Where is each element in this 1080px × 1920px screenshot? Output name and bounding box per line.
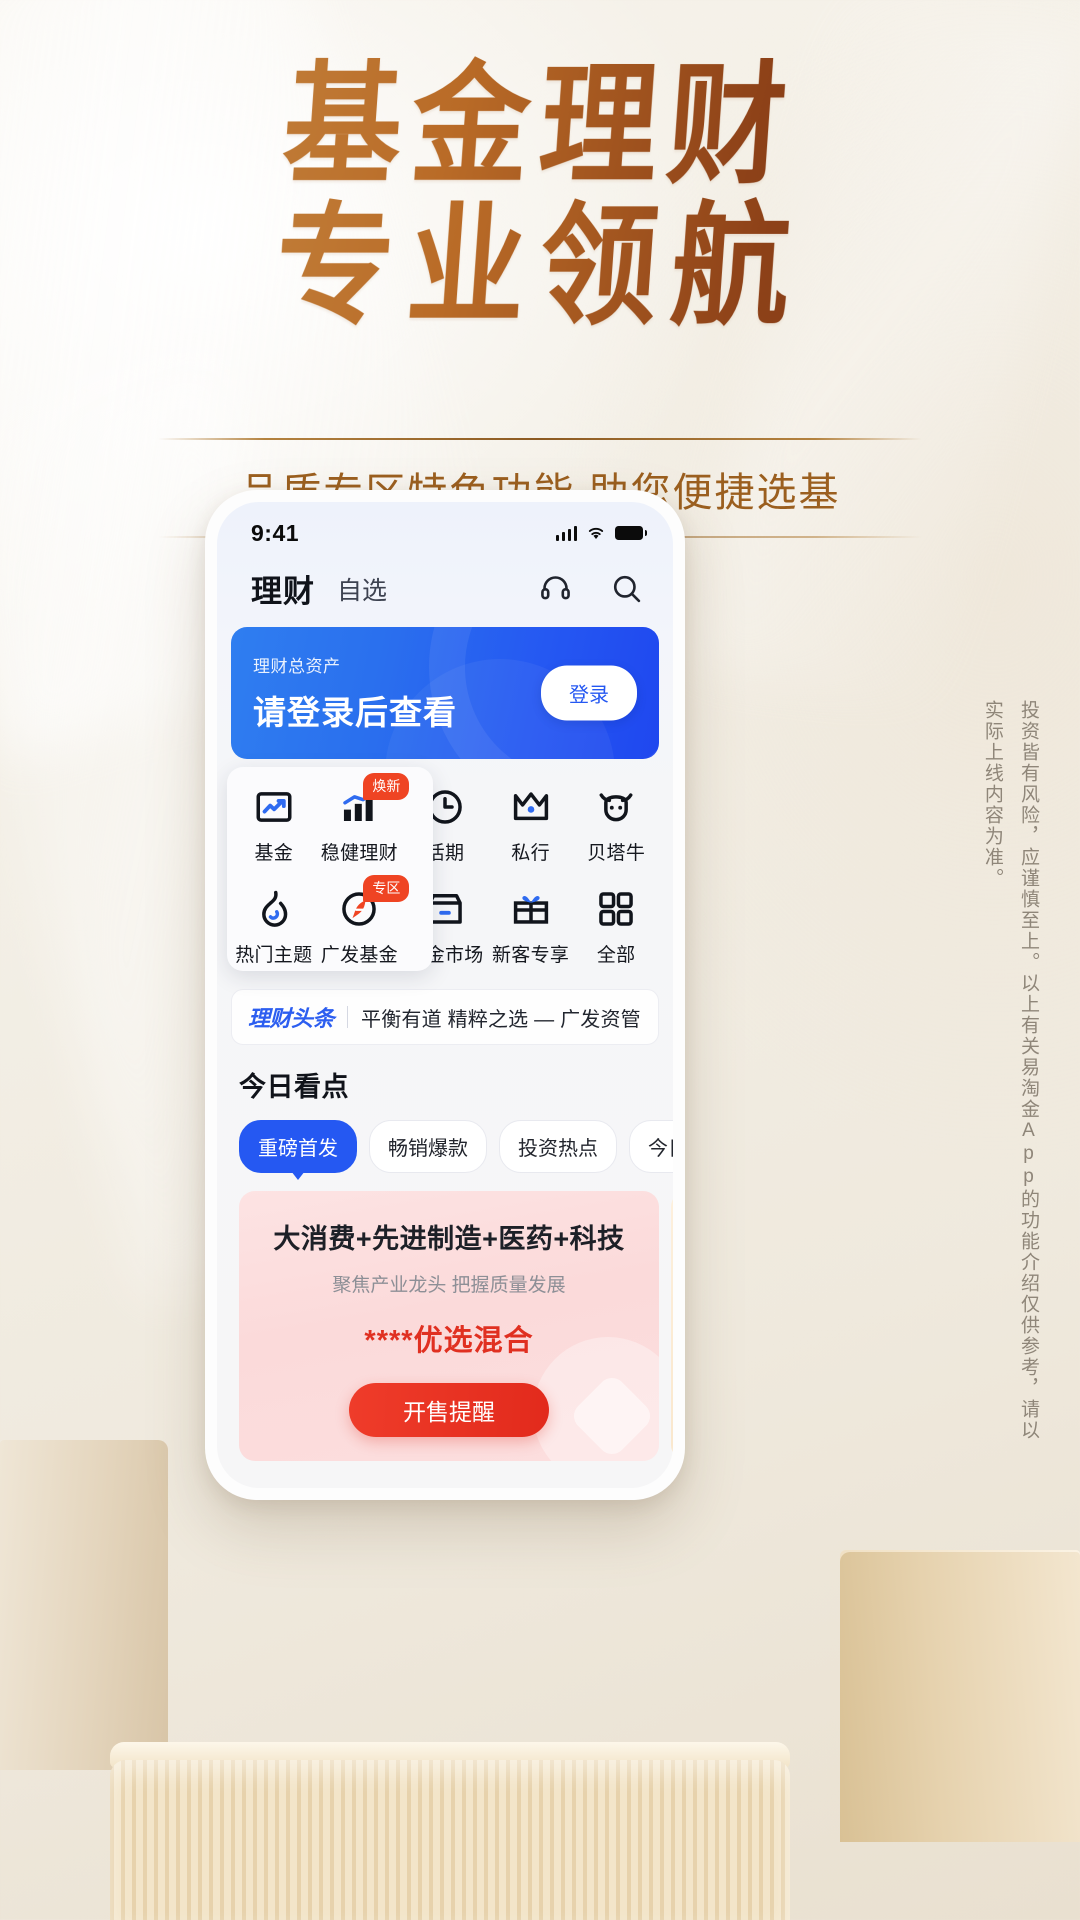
grid-label: 贝塔牛 bbox=[587, 843, 646, 864]
grid-item-market[interactable]: 淘金市场 bbox=[402, 877, 488, 975]
news-headline: 平衡有道 精粹之选 — 广发资管 bbox=[361, 1008, 641, 1031]
grid-label: 全部 bbox=[596, 945, 636, 966]
grid-item-beta-bull[interactable]: 贝塔牛 bbox=[573, 775, 659, 873]
hot-topics-title: 热门主题 bbox=[239, 1481, 349, 1488]
grid-item-private-bank[interactable]: 私行 bbox=[488, 775, 574, 873]
grid-item-current[interactable]: 活期 bbox=[402, 775, 488, 873]
chip-0[interactable]: 重磅首发 bbox=[239, 1120, 357, 1180]
battery-icon bbox=[615, 526, 647, 540]
pedestal-right bbox=[840, 1552, 1080, 1842]
quick-entry-grid: 基金 焕新 稳健理财 活期 私行 贝塔牛 热门主题 专区 广发基金 淘金市场 新… bbox=[225, 765, 665, 987]
grid-item-all[interactable]: 全部 bbox=[573, 877, 659, 975]
grid-label: 新客专享 bbox=[491, 945, 570, 966]
quick-entry-zone: 基金 焕新 稳健理财 活期 私行 贝塔牛 热门主题 专区 广发基金 淘金市场 新… bbox=[217, 765, 673, 987]
chip-1[interactable]: 畅销爆款 bbox=[369, 1120, 487, 1173]
promo-fund-name: ****优选混合 bbox=[364, 1325, 534, 1357]
grid-item-hot-topics[interactable]: 热门主题 bbox=[231, 877, 317, 975]
cellular-signal-icon bbox=[555, 525, 577, 541]
crown-icon bbox=[513, 792, 548, 821]
promo-card-next[interactable] bbox=[671, 1191, 673, 1461]
today-chip-row: 重磅首发 畅销爆款 投资热点 今日热搜 bbox=[217, 1112, 673, 1180]
grid-item-fund[interactable]: 基金 bbox=[231, 775, 317, 873]
grid-item-steady-wealth[interactable]: 焕新 稳健理财 bbox=[317, 773, 410, 873]
grid-label: 基金 bbox=[254, 843, 294, 864]
chip-3[interactable]: 今日热搜 bbox=[629, 1120, 673, 1173]
promo-card[interactable]: 大消费+先进制造+医药+科技 聚焦产业龙头 把握质量发展 ****优选混合 开售… bbox=[239, 1191, 659, 1461]
asset-text-block: 理财总资产 请登录后查看 bbox=[253, 652, 457, 734]
promo-title: 大消费+先进制造+医药+科技 bbox=[273, 1224, 625, 1254]
news-divider bbox=[347, 1006, 349, 1028]
promo-subtitle: 聚焦产业龙头 把握质量发展 bbox=[332, 1275, 566, 1296]
grid-label: 热门主题 bbox=[235, 945, 313, 966]
pedestal-right-top bbox=[840, 1550, 1080, 1580]
tab-licai[interactable]: 理财 bbox=[251, 566, 315, 611]
poster-headline: 基金理财 专业领航 bbox=[0, 47, 1080, 344]
disclaimer-text: 投资皆有风险，应谨慎至上。以上有关易淘金App的功能介绍仅供参考，请以实际上线内… bbox=[981, 700, 1039, 1441]
asset-value: 请登录后查看 bbox=[253, 694, 457, 731]
login-button[interactable]: 登录 bbox=[541, 665, 637, 721]
grid-label: 私行 bbox=[511, 843, 550, 864]
flame-icon bbox=[261, 890, 288, 927]
fund-chart-icon bbox=[256, 792, 292, 822]
chip-2[interactable]: 投资热点 bbox=[499, 1120, 617, 1173]
cylinder-podium bbox=[110, 1760, 790, 1920]
clock-icon bbox=[428, 790, 462, 824]
gift-icon bbox=[513, 896, 548, 924]
wifi-icon bbox=[588, 527, 604, 539]
grid-label: 淘金市场 bbox=[406, 945, 484, 966]
status-bar: 9:41 bbox=[217, 502, 673, 556]
tab-zixuan[interactable]: 自选 bbox=[337, 571, 387, 607]
news-ticker[interactable]: 理财头条 平衡有道 精粹之选 — 广发资管 bbox=[231, 989, 659, 1045]
grid-icon bbox=[599, 892, 633, 926]
grid-label: 活期 bbox=[425, 843, 465, 864]
bull-icon bbox=[599, 793, 633, 822]
news-logo: 理财头条 bbox=[248, 1006, 335, 1031]
grid-label: 广发基金 bbox=[320, 945, 398, 966]
headline-line-2: 专业领航 bbox=[0, 188, 1080, 344]
badge-new: 焕新 bbox=[363, 773, 410, 800]
badge-zone: 专区 bbox=[363, 875, 410, 902]
promo-carousel: 大消费+先进制造+医药+科技 聚焦产业龙头 把握质量发展 ****优选混合 开售… bbox=[217, 1177, 673, 1461]
grid-label: 稳健理财 bbox=[320, 843, 398, 864]
phone-mockup: 9:41 理财 自选 理财总资产 请登录后查看 登录 基金 焕新 稳健理财 活期… bbox=[205, 490, 685, 1500]
asset-summary-card[interactable]: 理财总资产 请登录后查看 登录 bbox=[231, 627, 659, 759]
app-header: 理财 自选 bbox=[217, 556, 673, 623]
today-title: 今日看点 bbox=[239, 1072, 349, 1102]
headline-line-1: 基金理财 bbox=[0, 47, 1080, 203]
search-icon[interactable] bbox=[610, 572, 643, 605]
status-indicators bbox=[555, 525, 647, 541]
promo-remind-button[interactable]: 开售提醒 bbox=[349, 1383, 549, 1437]
phone-screen: 9:41 理财 自选 理财总资产 请登录后查看 登录 基金 焕新 稳健理财 活期… bbox=[217, 502, 673, 1488]
grid-item-gf-fund[interactable]: 专区 广发基金 bbox=[317, 875, 410, 975]
asset-label: 理财总资产 bbox=[253, 657, 341, 676]
hot-topics-header: 热门主题 全部 › bbox=[217, 1461, 673, 1488]
today-section-header: 今日看点 bbox=[217, 1045, 673, 1112]
grid-item-new-user[interactable]: 新客专享 bbox=[488, 877, 574, 975]
headset-icon[interactable] bbox=[539, 572, 572, 605]
pedestal-left bbox=[0, 1440, 168, 1770]
store-icon bbox=[428, 893, 462, 924]
status-time: 9:41 bbox=[251, 519, 300, 546]
